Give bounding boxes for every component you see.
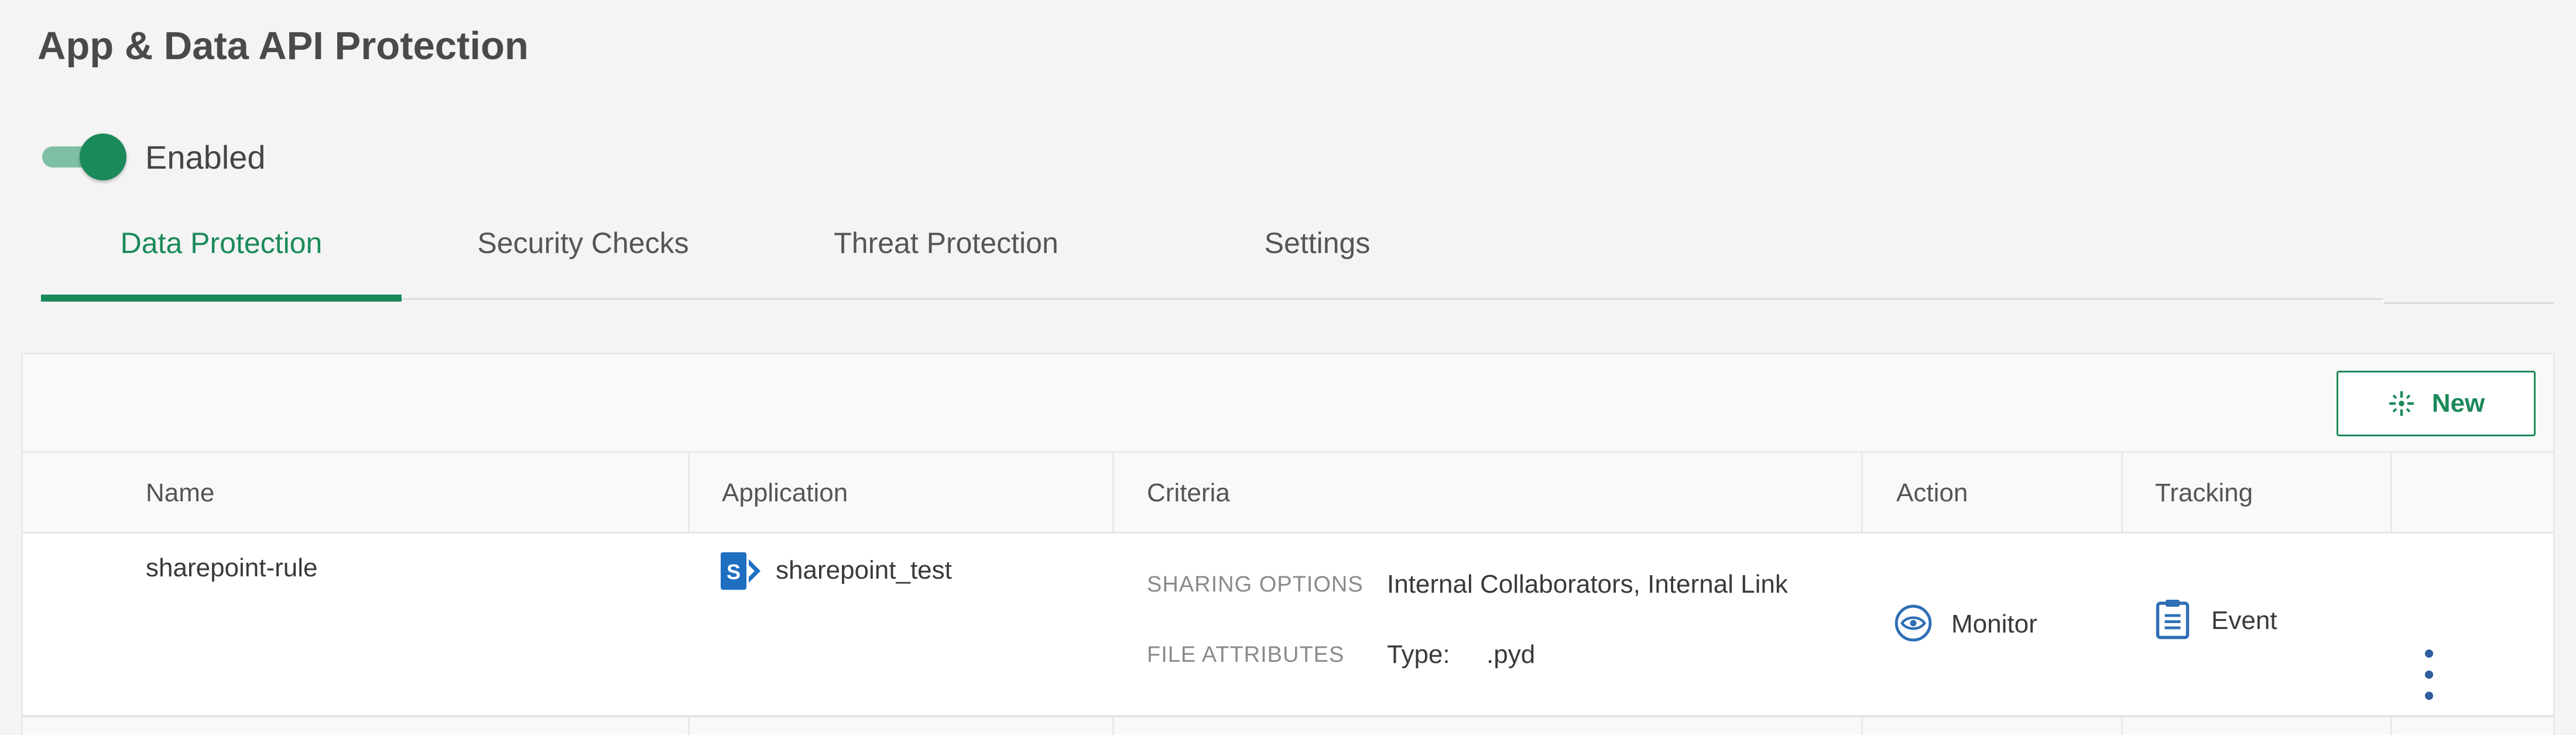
page: App & Data API Protection Enabled Data P… <box>0 0 2576 735</box>
enabled-toggle[interactable] <box>42 134 128 180</box>
tab-data-protection[interactable]: Data Protection <box>41 217 402 302</box>
clipboard-icon <box>2156 600 2190 640</box>
eye-icon <box>1895 604 1932 642</box>
toggle-label: Enabled <box>145 138 266 176</box>
table-row[interactable]: sharepoint-rule S sharepoint_test SHARIN… <box>23 534 2553 717</box>
criteria-file-type-key: Type: <box>1387 640 1450 669</box>
application-name[interactable]: sharepoint_test <box>776 556 952 585</box>
rules-panel: New Name Application Criteria Action Tra… <box>21 353 2555 735</box>
tab-security-checks[interactable]: Security Checks <box>472 217 694 300</box>
tab-threat-protection[interactable]: Threat Protection <box>823 217 1069 300</box>
tab-settings[interactable]: Settings <box>1247 217 1388 300</box>
criteria-sharing-value: Internal Collaborators, Internal Link <box>1387 570 1788 599</box>
tab-bar-divider <box>2384 302 2554 304</box>
header-name[interactable]: Name <box>146 453 214 534</box>
header-application[interactable]: Application <box>722 453 848 534</box>
criteria-file-type-value: .pyd <box>1486 640 1536 669</box>
header-criteria[interactable]: Criteria <box>1147 453 1230 534</box>
tracking-label: Event <box>2211 606 2277 635</box>
sharepoint-icon: S <box>721 552 761 590</box>
rule-name[interactable]: sharepoint-rule <box>146 553 318 583</box>
table-header: Name Application Criteria Action Trackin… <box>23 453 2553 534</box>
row-menu-icon[interactable] <box>2422 649 2436 702</box>
header-action[interactable]: Action <box>1896 453 1968 534</box>
action-label: Monitor <box>1951 610 2037 638</box>
page-title: App & Data API Protection <box>37 24 529 68</box>
criteria-sharing-label: SHARING OPTIONS <box>1147 572 1364 597</box>
toggle-knob <box>80 134 126 180</box>
svg-text:S: S <box>727 560 741 584</box>
criteria-file-label: FILE ATTRIBUTES <box>1147 642 1345 667</box>
new-button[interactable]: New <box>2337 371 2536 436</box>
table-toolbar: New <box>23 354 2553 453</box>
enabled-toggle-row: Enabled <box>42 134 266 180</box>
header-tracking[interactable]: Tracking <box>2155 453 2253 534</box>
new-sparkle-icon <box>2389 391 2414 416</box>
tab-bar: Data Protection Security Checks Threat P… <box>41 217 2383 302</box>
new-button-label: New <box>2431 389 2485 418</box>
